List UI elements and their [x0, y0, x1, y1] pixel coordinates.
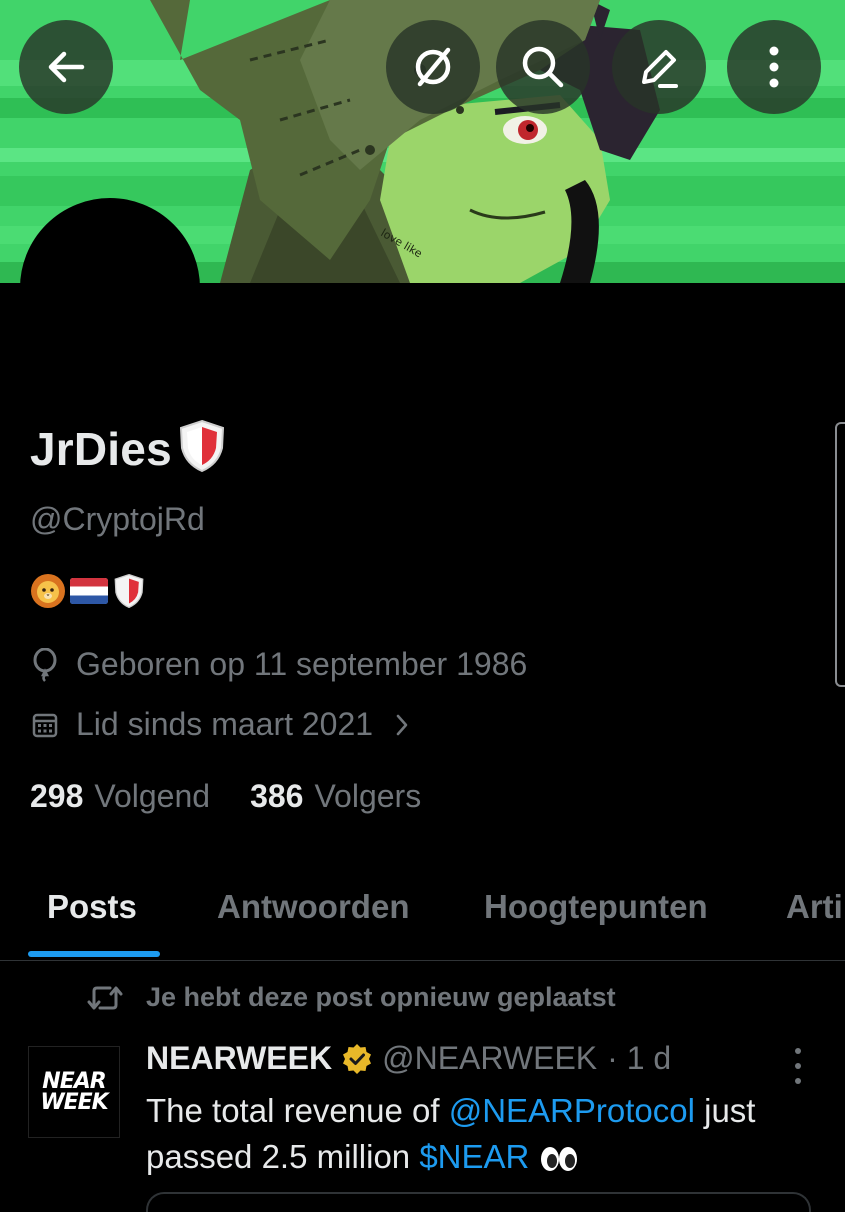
birthday-row: Geboren op 11 september 1986: [32, 646, 527, 683]
repost-notice: Je hebt deze post opnieuw geplaatst: [86, 982, 616, 1013]
birthday-text: Geboren op 11 september 1986: [76, 646, 528, 682]
avatar-text-line2: WEEK: [40, 1090, 108, 1115]
red-white-shield-icon: [176, 418, 228, 479]
gold-verified-icon: [342, 1043, 372, 1074]
active-tab-indicator: [28, 951, 160, 957]
joined-row[interactable]: Lid sinds maart 2021: [32, 706, 409, 743]
profile-tabs: Posts Antwoorden Hoogtepunten Arti: [0, 860, 845, 961]
balloon-icon: [32, 647, 60, 682]
joined-text: Lid sinds maart 2021: [76, 706, 374, 742]
calendar-icon: [32, 708, 60, 742]
chevron-right-icon: [395, 713, 409, 737]
grok-icon: [415, 47, 451, 87]
red-white-shield-icon: [112, 572, 146, 615]
back-button[interactable]: [19, 20, 113, 114]
following-count: 298: [30, 778, 84, 814]
post-text-part1: The total revenue of: [146, 1092, 449, 1129]
display-name: JrDies: [30, 422, 172, 475]
followers-label: Volgers: [314, 778, 422, 814]
followers-count: 386: [250, 778, 304, 814]
followers-link[interactable]: 386 Volgers: [250, 778, 421, 815]
post-text: The total revenue of @NEARProtocol just …: [146, 1088, 826, 1184]
post-author-avatar[interactable]: NEAR WEEK: [28, 1046, 120, 1138]
following-label: Volgend: [94, 778, 211, 814]
profile-avatar[interactable]: [20, 198, 200, 378]
profile-bio: [30, 572, 146, 615]
profile-handle: @CryptojRd: [30, 501, 205, 537]
repost-icon: [86, 983, 124, 1013]
post-mention-link[interactable]: @NEARProtocol: [449, 1092, 695, 1129]
post-header: NEARWEEK @NEARWEEK · 1 d: [146, 1040, 671, 1077]
tab-hoogtepunten[interactable]: Hoogtepunten: [484, 888, 708, 926]
more-vertical-icon: [769, 46, 779, 88]
lion-face-icon: [30, 573, 66, 614]
post-more-icon[interactable]: [788, 1048, 808, 1084]
flag-netherlands-icon: [69, 576, 109, 611]
tab-antwoorden[interactable]: Antwoorden: [217, 888, 409, 926]
following-link[interactable]: 298 Volgend: [30, 778, 210, 815]
tab-posts[interactable]: Posts: [47, 888, 137, 926]
eyes-emoji-icon: [539, 1138, 579, 1184]
post-cashtag-link[interactable]: $NEAR: [419, 1138, 529, 1175]
post-author-name[interactable]: NEARWEEK: [146, 1040, 332, 1077]
scrollbar[interactable]: [835, 422, 845, 687]
post-time: · 1 d: [607, 1040, 672, 1076]
search-icon: [522, 46, 564, 88]
edit-icon: [642, 50, 678, 88]
search-button[interactable]: [496, 20, 590, 114]
profile-name-row: JrDies: [30, 418, 228, 479]
tab-artikelen[interactable]: Arti: [786, 888, 843, 926]
more-options-button[interactable]: [727, 20, 821, 114]
back-arrow-icon: [48, 51, 85, 83]
post-author-handle[interactable]: @NEARWEEK: [382, 1040, 597, 1077]
avatar-text-line1: NEAR: [42, 1069, 106, 1094]
edit-button[interactable]: [612, 20, 706, 114]
follow-stats: 298 Volgend 386 Volgers: [30, 778, 421, 815]
grok-button[interactable]: [386, 20, 480, 114]
repost-notice-text: Je hebt deze post opnieuw geplaatst: [146, 982, 616, 1012]
post-media-card[interactable]: [146, 1192, 811, 1212]
